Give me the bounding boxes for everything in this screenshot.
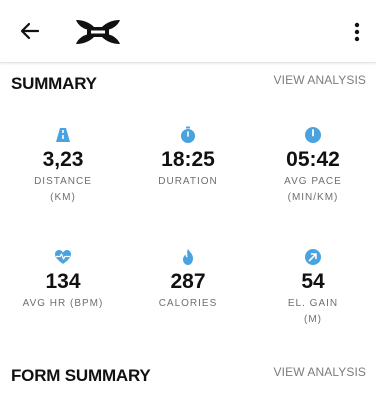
stat-label: CALORIES [158,298,218,309]
stat-distance: 3,23 DISTANCE (KM) [8,126,118,204]
stat-unit: (KM) [50,192,76,203]
stat-calories: 287 CALORIES [133,248,243,313]
flame-icon [183,249,193,265]
stat-unit: (MIN/KM) [287,192,339,203]
stat-value: 287 [170,270,206,293]
stat-value: 3,23 [42,148,84,171]
summary-header: SUMMARY VIEW ANALYSIS [0,70,376,96]
stat-label: DURATION [158,176,218,187]
stat-value: 134 [45,270,81,293]
stat-el-gain: 54 EL. GAIN (M) [258,248,368,326]
heart-rate-icon [55,250,71,264]
summary-title: SUMMARY [11,74,97,93]
elevation-arrow-icon [305,249,321,265]
summary-view-analysis-link[interactable]: VIEW ANALYSIS [274,73,366,87]
stat-avg-hr: 134 AVG HR (BPM) [8,248,118,313]
form-summary-header: FORM SUMMARY VIEW ANALYSIS [0,362,376,388]
stat-label: DISTANCE [34,176,92,187]
stat-label: AVG PACE [284,176,342,187]
stat-duration: 18:25 DURATION [133,126,243,191]
stat-label: AVG HR (BPM) [22,298,104,309]
stat-label: EL. GAIN [287,298,339,309]
stat-value: 05:42 [286,148,340,171]
more-vertical-icon[interactable] [352,20,362,44]
stat-value: 18:25 [161,148,215,171]
road-icon [56,128,70,142]
arrow-left-icon[interactable] [18,19,42,43]
stat-avg-pace: 05:42 AVG PACE (MIN/KM) [258,126,368,204]
stat-value: 54 [301,270,325,293]
stopwatch-icon [181,126,195,143]
under-armour-logo[interactable] [74,17,122,47]
form-summary-view-analysis-link[interactable]: VIEW ANALYSIS [274,365,366,379]
top-app-bar [0,0,376,63]
stat-unit: (M) [304,314,322,325]
speedometer-icon [305,127,321,143]
form-summary-title: FORM SUMMARY [11,366,151,385]
